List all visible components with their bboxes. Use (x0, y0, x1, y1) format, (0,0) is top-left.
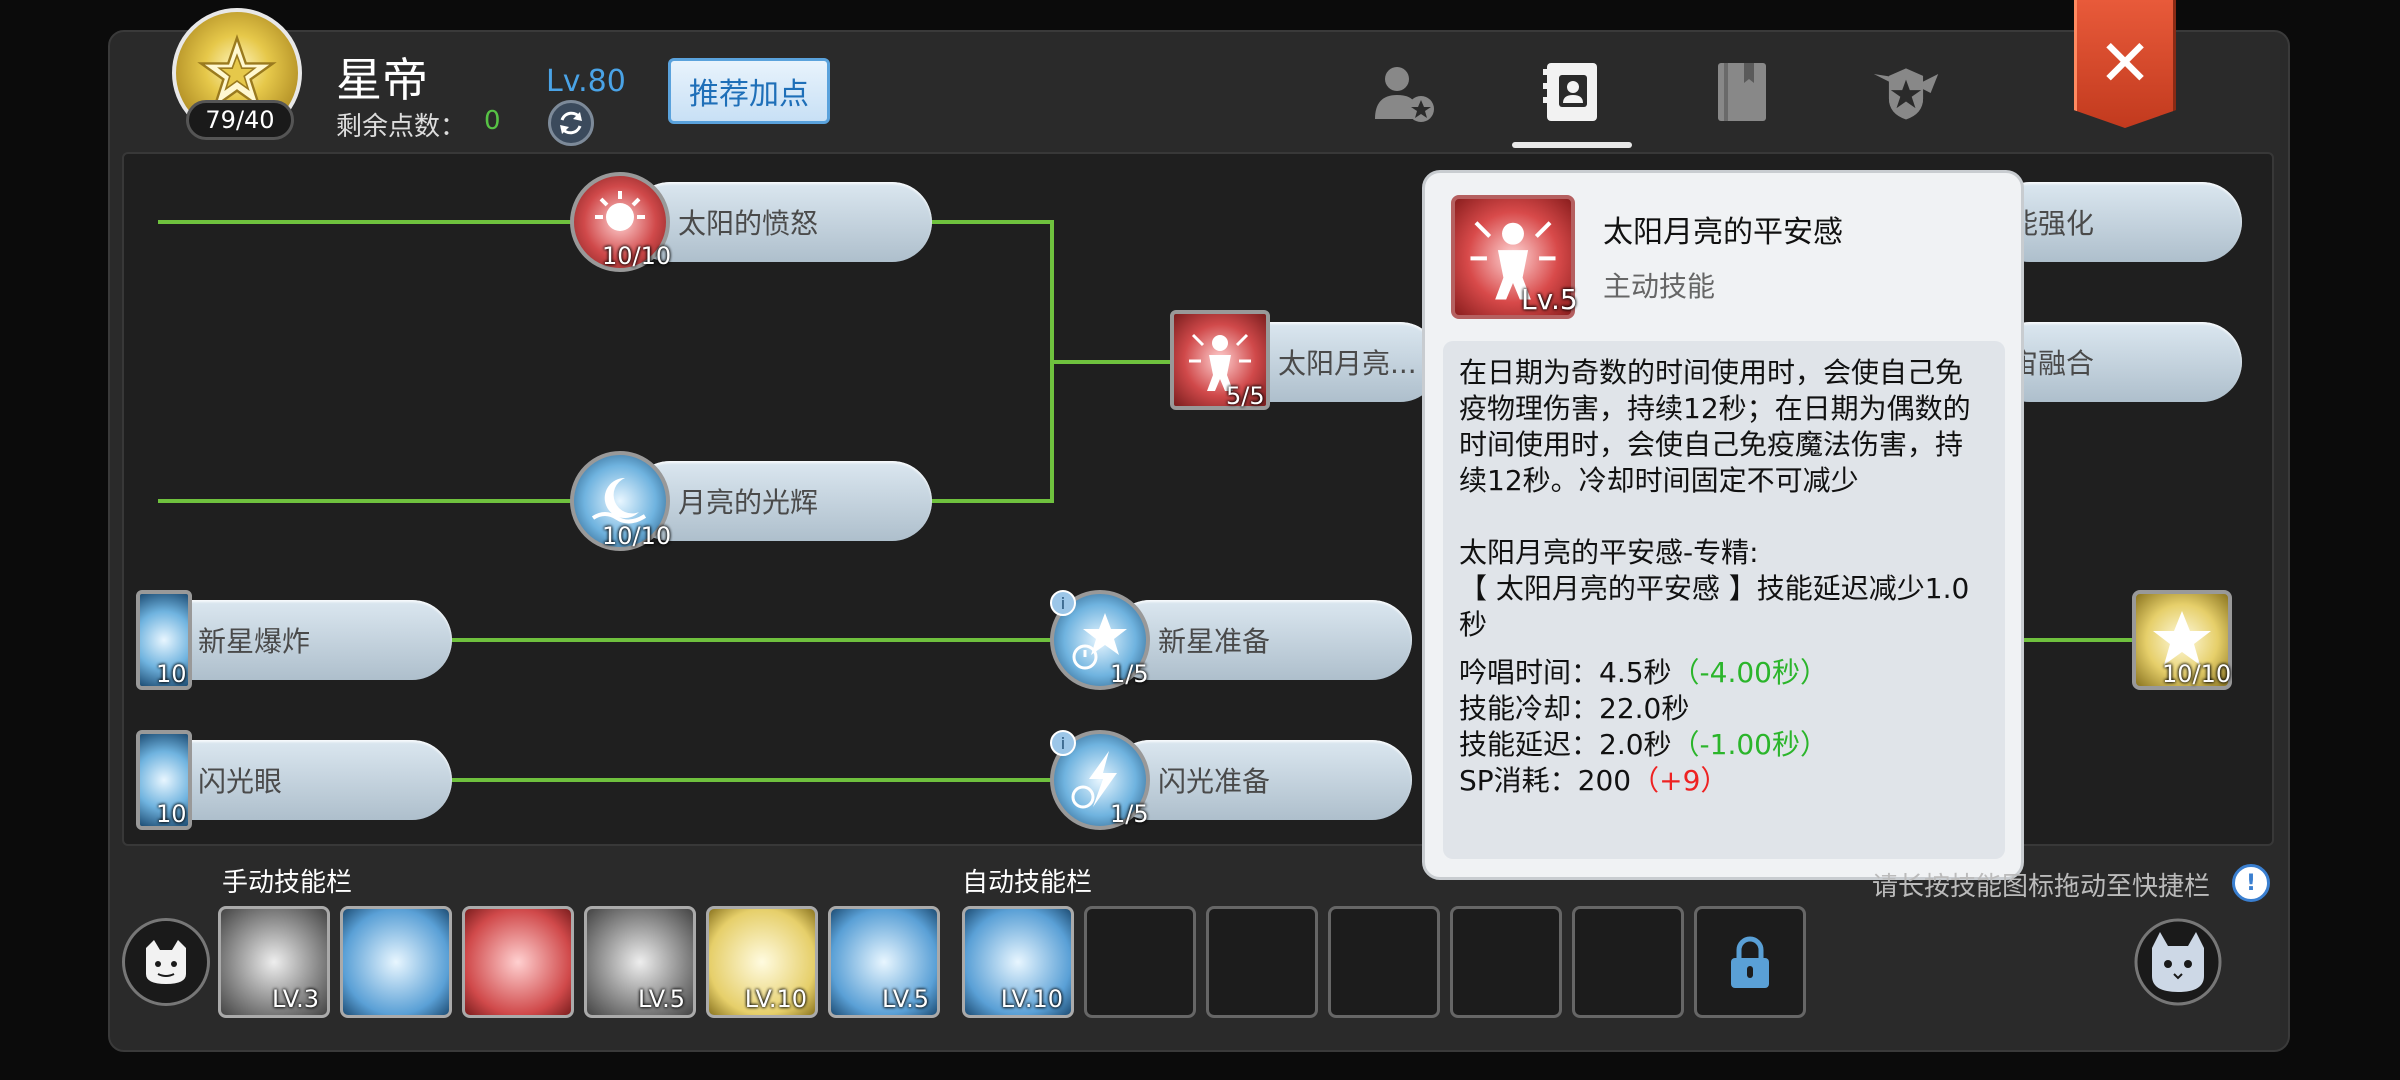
tab-emblem[interactable] (1870, 56, 1942, 128)
manual-slot[interactable]: LV.10 (706, 906, 818, 1018)
tree-line (448, 638, 1058, 642)
manual-slot[interactable] (340, 906, 452, 1018)
skill-name: 闪光准备 (1158, 765, 1271, 798)
auto-slot[interactable]: LV.10 (962, 906, 1074, 1018)
skill-tooltip: Lv.5 太阳月亮的平安感 主动技能 在日期为奇数的时间使用时，会使自己免疫物理… (1422, 170, 2024, 880)
tooltip-spec-title: 太阳月亮的平安感-专精: (1459, 536, 1759, 569)
auto-slot-empty[interactable] (1450, 906, 1562, 1018)
cat-menu-button[interactable] (122, 918, 210, 1006)
character-star-icon (1375, 67, 1434, 122)
skill-count: 10/10 (602, 242, 672, 270)
tree-line (930, 499, 1052, 503)
manual-slot[interactable]: LV.5 (584, 906, 696, 1018)
active-tab-indicator (1512, 142, 1632, 148)
skill-node-sun-moon[interactable]: 太阳月亮... (1250, 322, 1440, 402)
tooltip-stat: SP消耗：200（+9） (1459, 764, 1729, 797)
pet-button[interactable] (2134, 918, 2222, 1006)
skill-count: 10/10 (2162, 660, 2232, 688)
skill-name: 太阳的愤怒 (678, 207, 819, 240)
auto-slot-empty[interactable] (1084, 906, 1196, 1018)
character-level: Lv.80 (546, 64, 626, 99)
tree-line (158, 220, 578, 224)
manual-slot[interactable]: LV.5 (828, 906, 940, 1018)
skill-count: 5/5 (1226, 382, 1265, 410)
auto-skillbar-label: 自动技能栏 (962, 868, 1093, 898)
manual-skillbar-label: 手动技能栏 (222, 868, 353, 898)
auto-slot-empty[interactable] (1206, 906, 1318, 1018)
close-button[interactable]: ✕ (2074, 0, 2176, 128)
job-level-pill: 79/40 (186, 100, 294, 140)
lock-icon (1731, 936, 1769, 988)
drag-hint: 请长按技能图标拖动至快捷栏 (1872, 872, 2211, 902)
remaining-points-value: 0 (484, 106, 501, 136)
recommend-points-button[interactable]: 推荐加点 (668, 58, 830, 124)
tooltip-skill-type: 主动技能 (1603, 270, 1716, 303)
refresh-icon (560, 111, 582, 135)
auto-slot-locked[interactable] (1694, 906, 1806, 1018)
skill-name: 新星爆炸 (198, 625, 311, 658)
skill-node-nova-burst[interactable]: 新星爆炸 (160, 600, 452, 680)
skill-count: 1/5 (1110, 800, 1149, 828)
tooltip-description: 在日期为奇数的时间使用时，会使自己免疫物理伤害，持续12秒；在日期为偶数的时间使… (1459, 356, 1971, 497)
skill-count: 10/10 (602, 522, 672, 550)
close-icon: ✕ (2098, 27, 2152, 101)
reset-button[interactable] (548, 100, 594, 146)
tooltip-stat: 吟唱时间：4.5秒（-4.00秒） (1459, 656, 1828, 689)
tree-line (2024, 638, 2136, 642)
cat-face-icon (146, 940, 186, 984)
skill-book-icon (1543, 63, 1597, 121)
skill-name: 太阳月亮... (1278, 347, 1417, 380)
manual-slot[interactable] (462, 906, 574, 1018)
skill-name: 闪光眼 (198, 765, 283, 798)
cat-avatar-icon (2134, 918, 2222, 1006)
book-icon (1718, 63, 1766, 121)
tree-line (930, 220, 1052, 224)
skill-name: 月亮的光辉 (678, 486, 819, 519)
skill-count: 10 (156, 660, 187, 688)
tab-skills[interactable] (1536, 56, 1608, 128)
tooltip-spec-desc: 【 太阳月亮的平安感 】技能延迟减少1.0秒 (1459, 572, 1970, 641)
emblem-icon (1873, 68, 1939, 120)
tree-line (1050, 360, 1174, 364)
skill-node-moon-glow[interactable]: 月亮的光辉 (630, 461, 932, 541)
help-icon[interactable]: ! (2232, 864, 2270, 902)
tooltip-title: 太阳月亮的平安感 (1603, 215, 1843, 250)
manual-slot[interactable]: LV.3 (218, 906, 330, 1018)
info-icon[interactable]: i (1050, 590, 1076, 616)
class-name: 星帝 (336, 53, 428, 107)
tree-line (448, 778, 1058, 782)
tab-book[interactable] (1706, 56, 1778, 128)
skill-node-sun-anger[interactable]: 太阳的愤怒 (630, 182, 932, 262)
auto-slot-empty[interactable] (1328, 906, 1440, 1018)
skill-node-right-top[interactable]: 能强化 (1990, 182, 2242, 262)
tree-line (158, 499, 578, 503)
skill-node-right-mid[interactable]: 宙融合 (1990, 322, 2242, 402)
tooltip-skill-level: Lv.5 (1521, 283, 1578, 316)
tab-character[interactable] (1368, 56, 1440, 128)
skill-node-flash-prep[interactable]: 闪光准备 (1110, 740, 1412, 820)
auto-slot-empty[interactable] (1572, 906, 1684, 1018)
skill-count: 1/5 (1110, 660, 1149, 688)
skill-node-nova-prep[interactable]: 新星准备 (1110, 600, 1412, 680)
skill-name: 新星准备 (1158, 625, 1271, 658)
skill-node-flash-eye[interactable]: 闪光眼 (160, 740, 452, 820)
info-icon[interactable]: i (1050, 730, 1076, 756)
skill-count: 10 (156, 800, 187, 828)
tooltip-stat: 技能冷却：22.0秒 (1459, 692, 1690, 725)
tooltip-body: 在日期为奇数的时间使用时，会使自己免疫物理伤害，持续12秒；在日期为偶数的时间使… (1443, 341, 2005, 859)
remaining-points-label: 剩余点数： (336, 112, 467, 142)
tooltip-stat: 技能延迟：2.0秒（-1.00秒） (1459, 728, 1828, 761)
